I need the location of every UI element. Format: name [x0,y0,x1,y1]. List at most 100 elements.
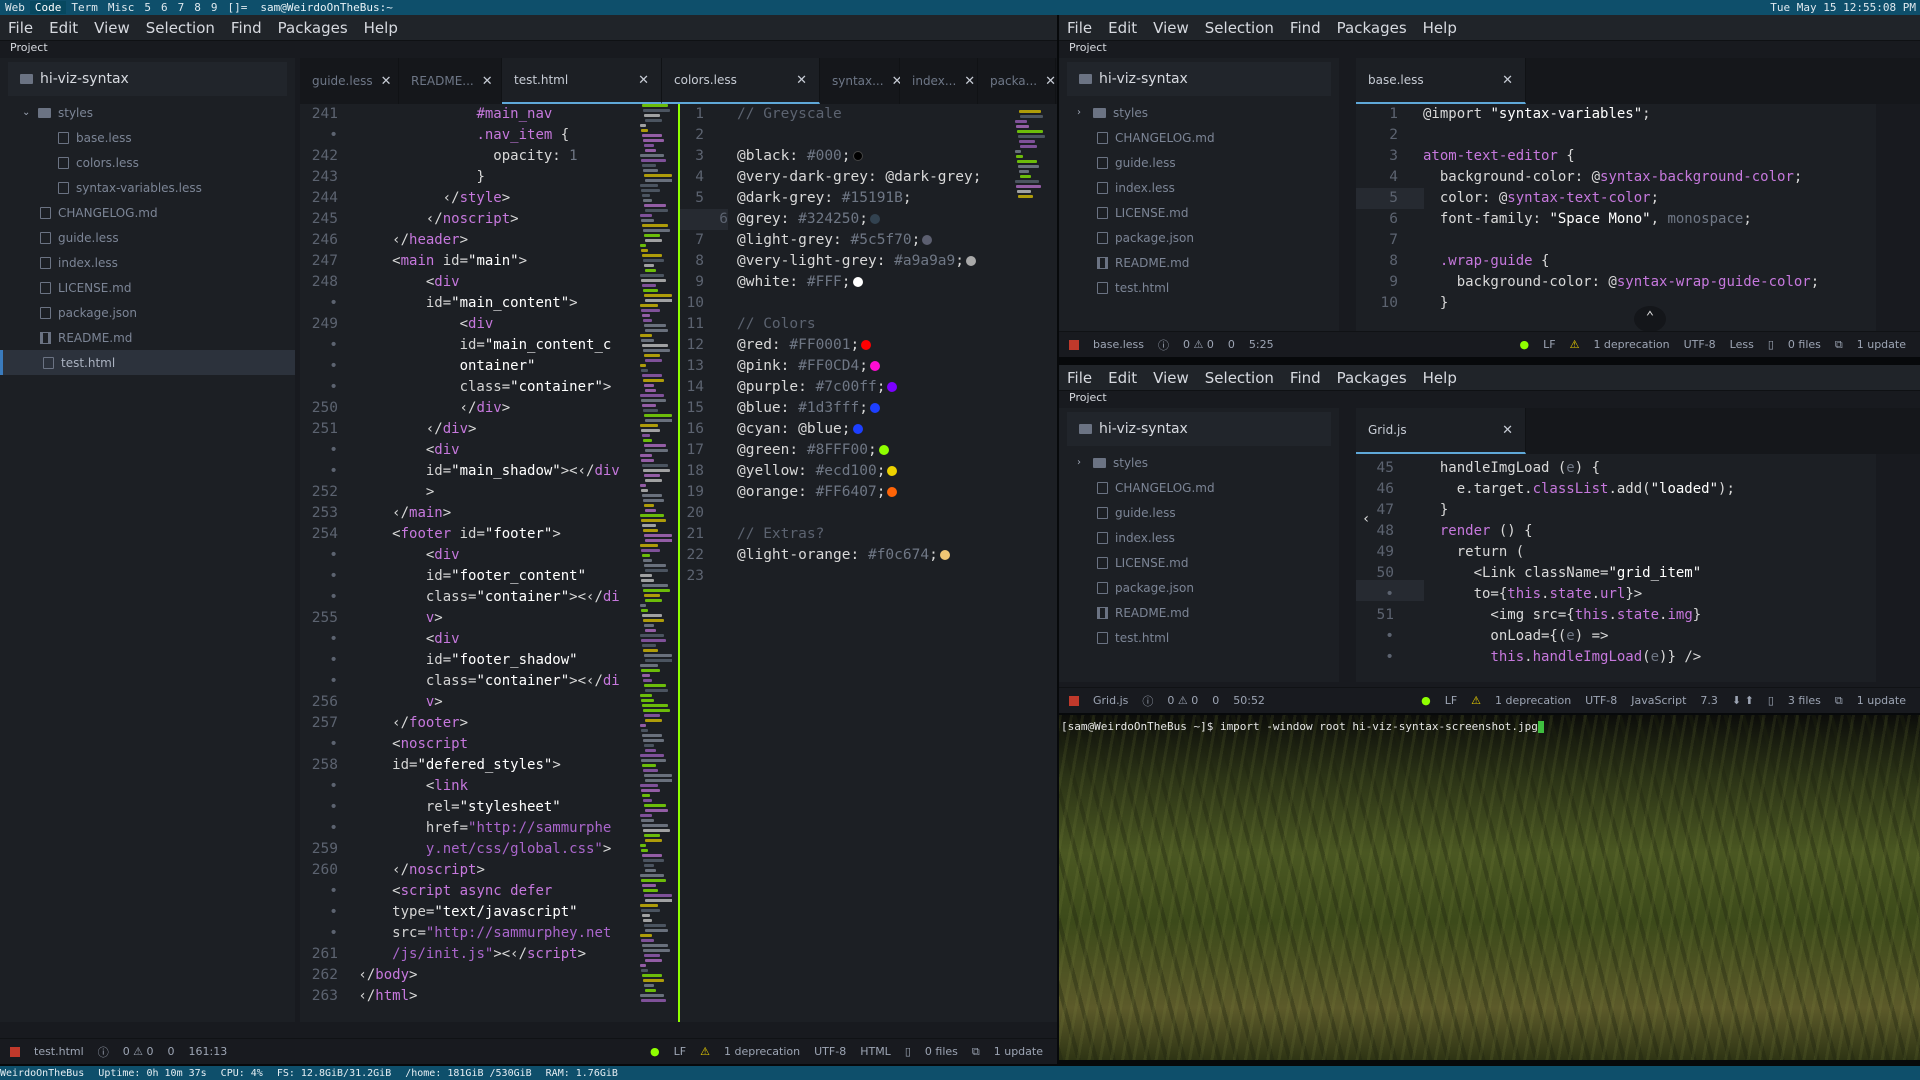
scroll-up-icon[interactable]: ⌃ [1634,306,1666,332]
tree-item[interactable]: package.json [0,300,295,325]
workspace-tag[interactable]: 5 [139,1,156,14]
status-problems[interactable]: 0 ⚠ 0 [1183,338,1214,351]
tree-item[interactable]: CHANGELOG.md [0,200,295,225]
status-branch[interactable]: 7.3 [1700,694,1718,707]
tree-item[interactable]: test.html [1059,625,1339,650]
menu-packages[interactable]: Packages [270,19,356,37]
status-grammar[interactable]: JavaScript [1631,694,1686,707]
workspace-tag[interactable]: []= [223,1,253,14]
project-root[interactable]: hi-viz-syntax [8,62,287,96]
workspace-tag[interactable]: 7 [173,1,190,14]
close-icon[interactable]: ✕ [956,74,975,89]
project-root[interactable]: hi-viz-syntax [1067,412,1331,446]
menu-selection[interactable]: Selection [1197,19,1282,37]
tree-item[interactable]: guide.less [1059,500,1339,525]
tree-item[interactable]: LICENSE.md [1059,200,1339,225]
workspace-tag[interactable]: Misc [103,1,140,14]
menu-help[interactable]: Help [1415,19,1465,37]
tab-index---[interactable]: index... ✕ [900,58,978,104]
status-files[interactable]: 0 files [1788,338,1821,351]
status-cursor-position[interactable]: 50:52 [1233,694,1265,707]
tree-item[interactable]: CHANGELOG.md [1059,125,1339,150]
status-cursor-position[interactable]: 161:13 [189,1045,228,1058]
tab-colors-less[interactable]: colors.less ✕ [662,58,820,104]
status-file-name[interactable]: base.less [1093,338,1144,351]
menu-view[interactable]: View [1145,19,1197,37]
terminal-window[interactable]: [sam@WeirdoOnTheBus ~]$ import -window r… [1059,715,1920,1060]
menu-view[interactable]: View [86,19,138,37]
menu-file[interactable]: File [1059,369,1100,387]
tree-item[interactable]: index.less [1059,175,1339,200]
status-update[interactable]: 1 update [1857,338,1906,351]
tab-packa---[interactable]: packa... ✕ [978,58,1056,104]
status-files[interactable]: 0 files [925,1045,958,1058]
menu-view[interactable]: View [1145,369,1197,387]
workspace-tag[interactable]: Web [0,1,30,14]
tree-item[interactable]: LICENSE.md [0,275,295,300]
status-deprecation[interactable]: 1 deprecation [724,1045,800,1058]
problems-icon[interactable]: ⓘ [98,1044,109,1060]
tree-item[interactable]: › styles [1059,450,1339,475]
tree-item[interactable]: › styles [1059,100,1339,125]
close-icon[interactable]: ✕ [788,73,807,88]
menu-edit[interactable]: Edit [1100,369,1145,387]
tab-base-less[interactable]: base.less ✕ [1356,58,1526,104]
status-update[interactable]: 1 update [1857,694,1906,707]
status-deprecation[interactable]: 1 deprecation [1495,694,1571,707]
grid-js-editor-pane[interactable]: 45 46 47 48 49 50 • 51 • • handleImgLoad (e) { e.… [1356,454,1876,682]
status-cursor-position[interactable]: 5:25 [1249,338,1274,351]
status-file-name[interactable]: test.html [34,1045,84,1058]
menu-file[interactable]: File [1059,19,1100,37]
chevron-right-icon[interactable]: › [1077,457,1089,468]
minimap[interactable] [1015,110,1049,200]
project-root[interactable]: hi-viz-syntax [1067,62,1331,96]
status-line-ending[interactable]: LF [674,1045,686,1058]
status-file-name[interactable]: Grid.js [1093,694,1128,707]
menu-find[interactable]: Find [1282,19,1329,37]
tree-item[interactable]: README.md [1059,250,1339,275]
workspace-tag[interactable]: Term [66,1,103,14]
menu-packages[interactable]: Packages [1329,19,1415,37]
status-line-ending[interactable]: LF [1543,338,1555,351]
tab-guide-less[interactable]: guide.less ✕ [300,58,399,104]
menu-edit[interactable]: Edit [41,19,86,37]
status-line-ending[interactable]: LF [1445,694,1457,707]
tab-syntax---[interactable]: syntax... ✕ [820,58,902,104]
tree-item[interactable]: guide.less [1059,150,1339,175]
menu-selection[interactable]: Selection [138,19,223,37]
minimap[interactable] [640,104,672,1022]
workspace-tag[interactable]: Code [29,1,67,14]
close-icon[interactable]: ✕ [474,74,493,89]
close-icon[interactable]: ✕ [1494,73,1513,88]
tree-item[interactable]: CHANGELOG.md [1059,475,1339,500]
menu-selection[interactable]: Selection [1197,369,1282,387]
menu-find[interactable]: Find [1282,369,1329,387]
menu-edit[interactable]: Edit [1100,19,1145,37]
tree-item[interactable]: syntax-variables.less [0,175,295,200]
tree-item[interactable]: LICENSE.md [1059,550,1339,575]
status-deprecation[interactable]: 1 deprecation [1593,338,1669,351]
base-less-editor-pane[interactable]: 1 2 3 4 5 6 7 8 9 10 @import "syntax-variables"; a… [1356,104,1876,332]
chevron-left-icon[interactable]: ‹ [1362,511,1370,527]
tree-item[interactable]: base.less [0,125,295,150]
tree-item[interactable]: package.json [1059,225,1339,250]
tree-item[interactable]: index.less [1059,525,1339,550]
html-editor-pane[interactable]: 241 • 242 243 244 245 246 247 248 • 249 • • • 250 251 • •… [300,104,678,1022]
problems-icon[interactable]: ⓘ [1142,693,1153,709]
tree-item[interactable]: ⌄ styles [0,100,295,125]
status-update[interactable]: 1 update [994,1045,1043,1058]
close-icon[interactable]: ✕ [1494,423,1513,438]
tree-item[interactable]: README.md [0,325,295,350]
menu-file[interactable]: File [0,19,41,37]
status-problems[interactable]: 0 ⚠ 0 [123,1045,154,1058]
status-grammar[interactable]: Less [1730,338,1754,351]
tree-item[interactable]: colors.less [0,150,295,175]
status-encoding[interactable]: UTF-8 [814,1045,846,1058]
tab-grid-js[interactable]: Grid.js ✕ [1356,408,1526,454]
workspace-tag[interactable]: 8 [189,1,206,14]
less-editor-pane[interactable]: 1 2 3 4 5 6 7 8 9 10 11 12 13 14 15 16 17 18 19 20 21 22 23 //… [680,104,1057,1022]
chevron-right-icon[interactable]: › [1077,107,1089,118]
tree-item[interactable]: index.less [0,250,295,275]
status-encoding[interactable]: UTF-8 [1585,694,1617,707]
close-icon[interactable]: ✕ [1037,74,1056,89]
